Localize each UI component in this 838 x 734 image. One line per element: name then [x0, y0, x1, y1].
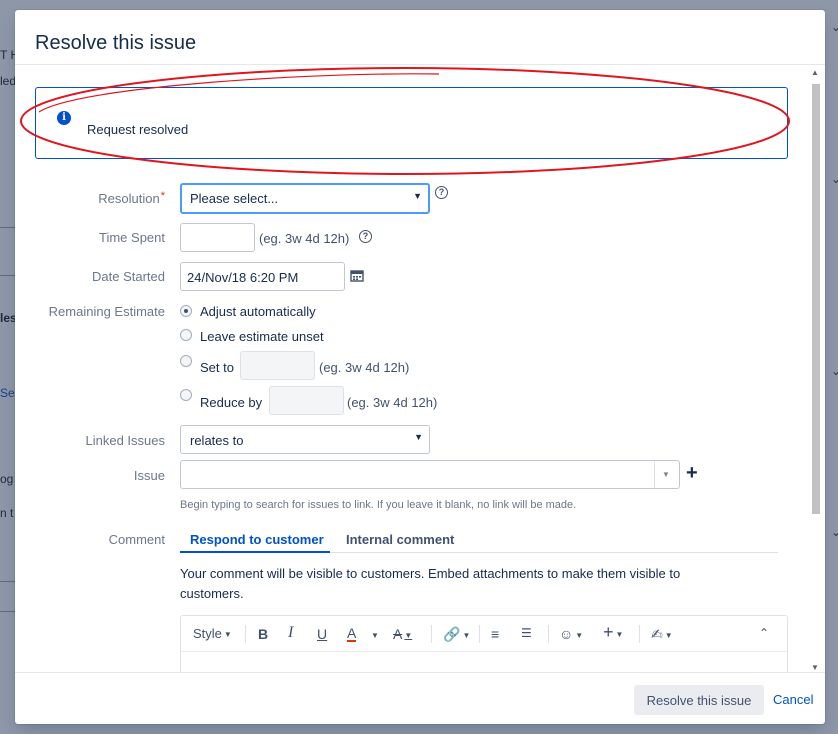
time-spent-input[interactable] — [180, 223, 255, 252]
tab-respond-to-customer[interactable]: Respond to customer — [190, 532, 324, 547]
bg-divider — [0, 227, 16, 228]
insert-plus-icon[interactable]: + ▼ — [603, 622, 623, 643]
dropdown-caret-icon[interactable]: ▼ — [662, 470, 670, 479]
style-label: Style — [193, 626, 222, 641]
time-spent-label: Time Spent — [99, 230, 165, 245]
bg-text-fragment: og — [0, 472, 14, 486]
more-formatting-icon[interactable]: A ▼ — [393, 626, 412, 642]
dialog-title: Resolve this issue — [35, 32, 197, 54]
collapse-toolbar-icon[interactable]: ⌃ — [759, 626, 769, 640]
toolbar-divider — [548, 625, 549, 643]
time-spent-hint: (eg. 3w 4d 12h) — [259, 231, 350, 246]
calendar-icon[interactable] — [350, 269, 364, 282]
comment-editor[interactable]: Style ▼ B I U A ▼ A ▼ 🔗 ▼ ≡ ☰ ☺ ▼ + ▼ ✍ ▼ ⌃ — [180, 615, 788, 672]
active-tab-indicator — [180, 551, 330, 553]
dialog-body: i Request resolved Resolution* Please se… — [15, 66, 825, 672]
add-link-icon[interactable]: + — [686, 463, 698, 483]
chevron-down-icon: ⌄ — [831, 172, 838, 186]
radio-label[interactable]: Set to — [200, 360, 234, 375]
chevron-down-icon[interactable]: ▼ — [371, 631, 379, 640]
linked-issues-label: Linked Issues — [85, 433, 166, 448]
text-color-icon[interactable]: A — [347, 626, 357, 642]
bg-text-fragment: led — [0, 74, 17, 88]
dropdown-caret-icon: ▼ — [414, 432, 423, 442]
radio-set-to[interactable] — [180, 355, 192, 367]
resolution-select[interactable]: Please select... ▼ — [180, 183, 430, 214]
chevron-down-icon: ⌄ — [831, 20, 838, 34]
bg-divider — [0, 581, 16, 582]
radio-leave-estimate-unset[interactable] — [180, 329, 192, 341]
help-icon[interactable]: ? — [435, 186, 448, 199]
chevron-down-icon: ⌄ — [831, 364, 838, 378]
toolbar-divider — [639, 625, 640, 643]
resolve-issue-dialog: Resolve this issue i Request resolved Re… — [15, 10, 825, 724]
info-message: i Request resolved — [35, 87, 788, 159]
bg-divider — [0, 275, 16, 276]
set-to-input[interactable] — [240, 351, 315, 380]
scrollbar-thumb[interactable] — [812, 84, 820, 514]
radio-label[interactable]: Adjust automatically — [200, 304, 316, 319]
bg-divider — [0, 611, 16, 612]
remaining-estimate-label: Remaining Estimate — [48, 304, 165, 319]
toolbar-divider — [431, 625, 432, 643]
set-to-hint: (eg. 3w 4d 12h) — [319, 360, 410, 375]
comment-visibility-notice: Your comment will be visible to customer… — [180, 566, 681, 601]
dialog-header: Resolve this issue — [15, 10, 825, 65]
issue-search-input[interactable] — [180, 460, 680, 489]
chevron-down-icon: ⌄ — [831, 525, 838, 539]
toolbar-divider — [479, 625, 480, 643]
link-icon[interactable]: 🔗 ▼ — [443, 626, 470, 643]
reduce-by-input[interactable] — [269, 386, 344, 415]
numbered-list-icon[interactable]: ☰ — [521, 626, 532, 640]
required-marker: * — [160, 190, 165, 202]
scroll-down-icon[interactable]: ▼ — [811, 663, 819, 672]
resolve-issue-button[interactable]: Resolve this issue — [634, 685, 764, 715]
linked-issues-value: relates to — [190, 433, 244, 448]
date-started-label: Date Started — [92, 269, 165, 284]
issue-label: Issue — [133, 468, 165, 483]
radio-label[interactable]: Reduce by — [200, 395, 262, 410]
reduce-by-hint: (eg. 3w 4d 12h) — [347, 395, 438, 410]
italic-icon[interactable]: I — [288, 624, 293, 642]
help-icon[interactable]: ? — [359, 230, 372, 243]
resolution-label: Resolution* — [98, 190, 165, 206]
linked-issues-select[interactable]: relates to ▼ — [180, 425, 430, 454]
dropdown-caret-icon: ▼ — [413, 191, 422, 201]
tab-internal-comment[interactable]: Internal comment — [346, 532, 454, 547]
more-formatting-glyph: A — [393, 626, 403, 642]
editor-toolbar: Style ▼ B I U A ▼ A ▼ 🔗 ▼ ≡ ☰ ☺ ▼ + ▼ ✍ ▼ ⌃ — [181, 616, 787, 652]
radio-adjust-automatically[interactable] — [180, 305, 192, 317]
radio-reduce-by[interactable] — [180, 389, 192, 401]
underline-icon[interactable]: U — [317, 626, 327, 642]
radio-label[interactable]: Leave estimate unset — [200, 329, 324, 344]
emoji-icon[interactable]: ☺ ▼ — [559, 626, 583, 642]
bold-icon[interactable]: B — [258, 626, 268, 642]
style-dropdown[interactable]: Style ▼ — [193, 626, 232, 641]
info-message-text: Request resolved — [87, 122, 189, 137]
scroll-up-icon[interactable]: ▲ — [811, 68, 819, 77]
resolution-value: Please select... — [190, 191, 279, 206]
bullet-list-icon[interactable]: ≡ — [491, 626, 499, 642]
info-icon: i — [57, 111, 71, 125]
divider — [654, 461, 655, 488]
toolbar-divider — [245, 625, 246, 643]
comment-label: Comment — [108, 532, 165, 547]
canned-response-icon[interactable]: ✍ ▼ — [651, 626, 673, 643]
issue-help-text: Begin typing to search for issues to lin… — [180, 499, 577, 511]
dialog-scrollbar[interactable]: ▲ ▼ — [809, 66, 823, 672]
date-started-input[interactable]: 24/Nov/18 6:20 PM — [180, 262, 345, 291]
bg-text-fragment: n t — [0, 506, 14, 520]
dialog-footer: Resolve this issue Cancel — [15, 672, 825, 724]
cancel-link[interactable]: Cancel — [773, 692, 813, 707]
